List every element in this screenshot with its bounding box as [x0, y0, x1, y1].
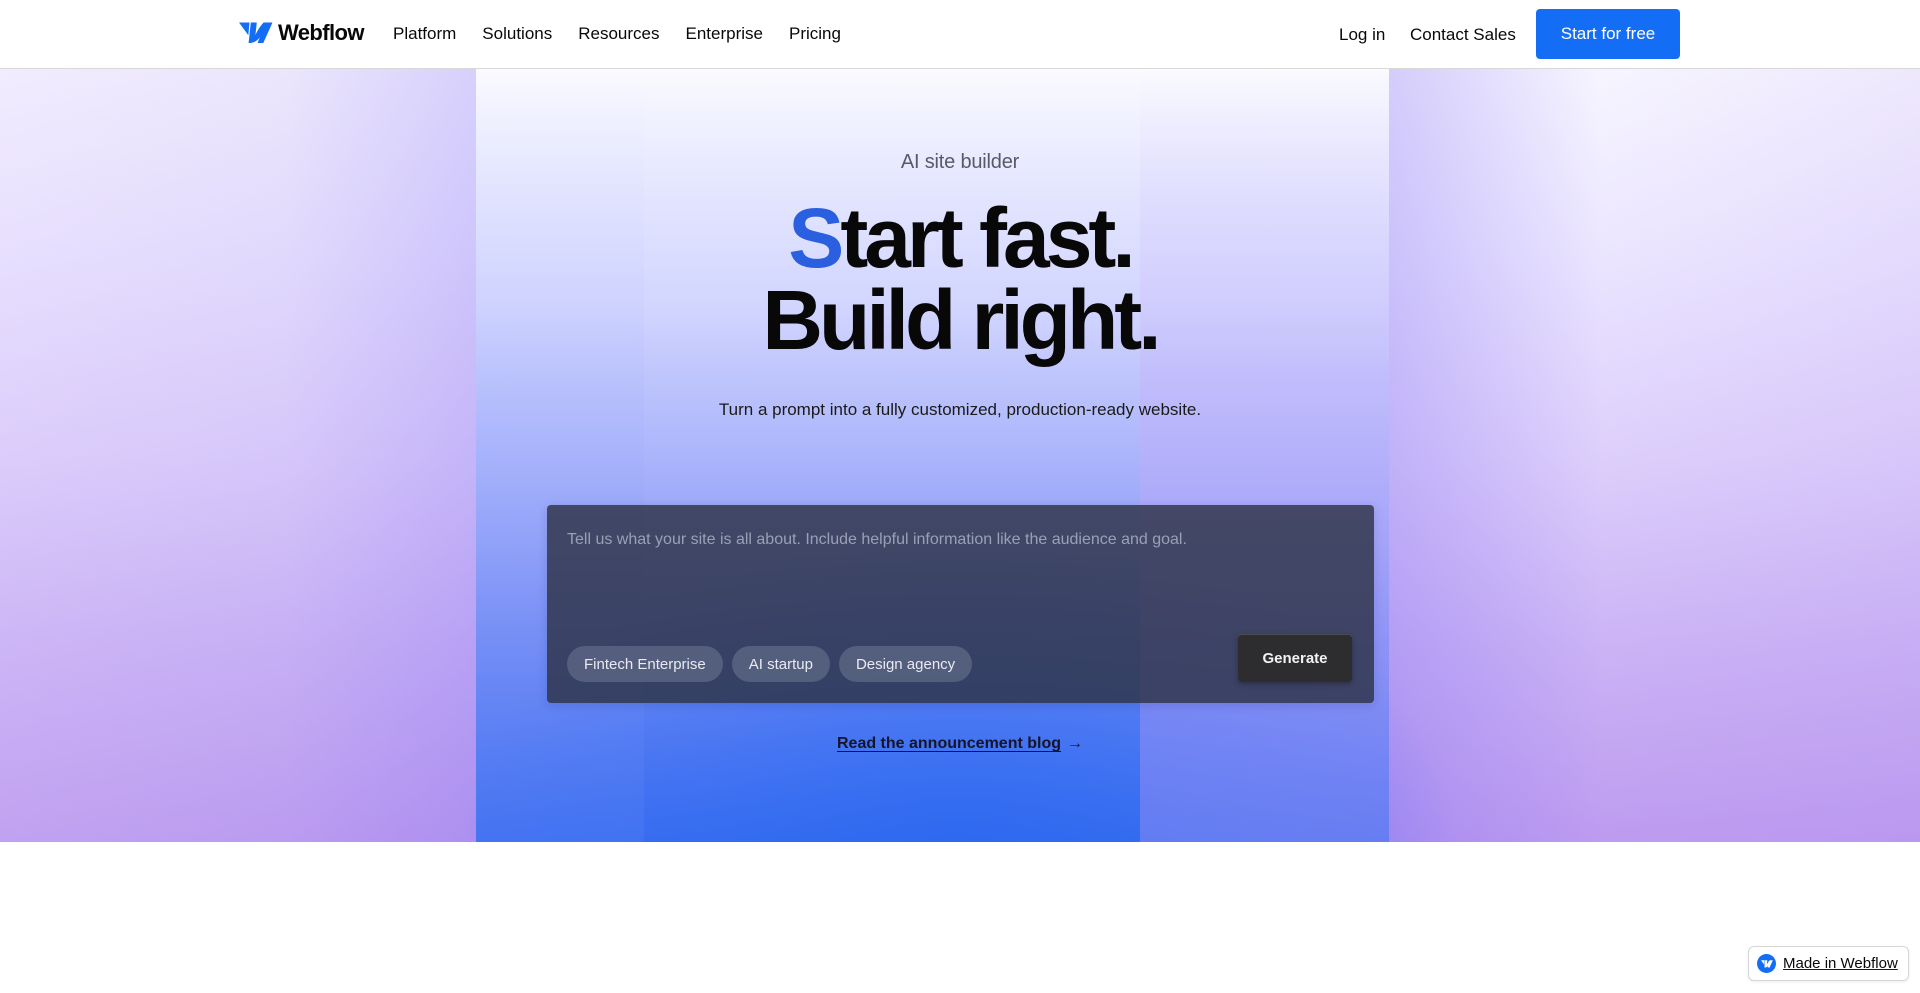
- login-link[interactable]: Log in: [1339, 25, 1385, 45]
- hero-backdrop-band: [476, 69, 644, 842]
- chip-fintech-enterprise[interactable]: Fintech Enterprise: [567, 646, 723, 682]
- hero-backdrop-band: [1389, 69, 1920, 842]
- hero-backdrop-band: [1140, 69, 1389, 842]
- chip-ai-startup[interactable]: AI startup: [731, 646, 830, 682]
- start-for-free-button[interactable]: Start for free: [1536, 9, 1680, 59]
- nav-link-enterprise[interactable]: Enterprise: [686, 22, 763, 46]
- headline-accent-letter: S: [788, 191, 844, 285]
- webflow-logo-icon: [239, 22, 273, 44]
- primary-nav: Platform Solutions Resources Enterprise …: [393, 22, 867, 46]
- chip-design-agency[interactable]: Design agency: [838, 646, 973, 682]
- brand-name: Webflow: [278, 20, 364, 45]
- nav-link-pricing[interactable]: Pricing: [789, 22, 841, 46]
- contact-sales-link[interactable]: Contact Sales: [1410, 25, 1516, 45]
- webflow-logo-link[interactable]: Webflow: [239, 20, 364, 46]
- hero-eyebrow: AI site builder: [900, 151, 1020, 173]
- hero-subhead: Turn a prompt into a fully customized, p…: [718, 400, 1202, 419]
- hero-section: AI site builder Start fast. Build right.…: [0, 69, 1920, 842]
- nav-link-platform[interactable]: Platform: [393, 22, 456, 46]
- headline-line-2: Build right.: [762, 273, 1161, 367]
- made-in-webflow-badge[interactable]: Made in Webflow: [1748, 946, 1909, 981]
- announcement-link-row: Read the announcement blog →: [0, 735, 1920, 753]
- nav-link-resources[interactable]: Resources: [578, 22, 659, 46]
- webflow-badge-icon: [1757, 954, 1776, 973]
- prompt-suggestion-chips: Fintech Enterprise AI startup Design age…: [567, 646, 973, 682]
- headline-line-1: tart fast.: [840, 191, 1135, 285]
- prompt-panel: Fintech Enterprise AI startup Design age…: [547, 505, 1374, 703]
- top-nav: Webflow Platform Solutions Resources Ent…: [0, 0, 1920, 69]
- nav-link-solutions[interactable]: Solutions: [482, 22, 552, 46]
- generate-button[interactable]: Generate: [1238, 634, 1352, 682]
- badge-label: Made in Webflow: [1783, 955, 1898, 972]
- announcement-blog-link[interactable]: Read the announcement blog: [837, 735, 1061, 752]
- hero-headline: Start fast. Build right.: [0, 196, 1920, 362]
- prompt-input[interactable]: [567, 525, 1347, 555]
- arrow-right-icon: →: [1067, 735, 1083, 752]
- hero-backdrop-band: [0, 69, 476, 842]
